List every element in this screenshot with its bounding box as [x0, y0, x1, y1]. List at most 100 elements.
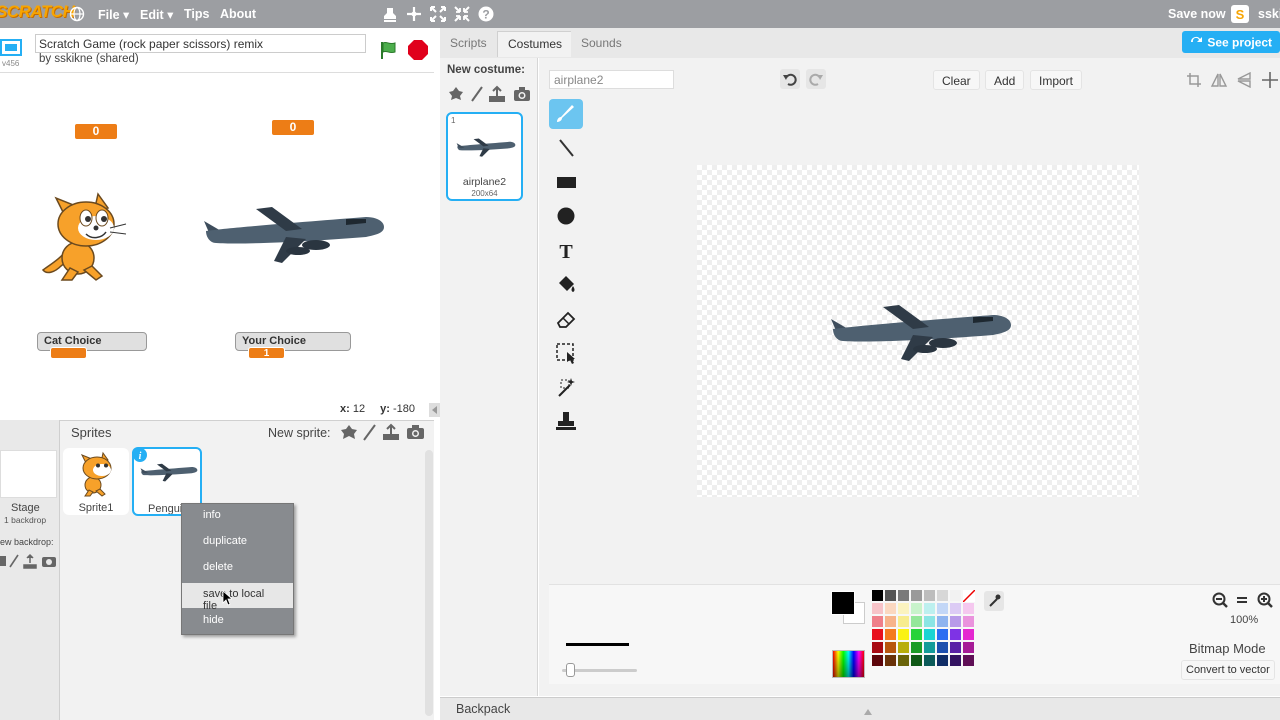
color-swatch[interactable]: [911, 616, 922, 627]
upload-sprite-icon[interactable]: [382, 423, 400, 441]
eyedropper-icon[interactable]: [984, 591, 1004, 611]
context-menu-info[interactable]: info: [182, 504, 293, 529]
context-menu-hide[interactable]: hide: [182, 609, 293, 634]
color-swatch[interactable]: [924, 616, 935, 627]
color-swatch[interactable]: [924, 642, 935, 653]
color-swatch[interactable]: [950, 616, 961, 627]
color-swatch[interactable]: [937, 655, 948, 666]
color-swatch[interactable]: [924, 655, 935, 666]
color-swatch[interactable]: [872, 629, 883, 640]
magic-wand-tool[interactable]: [549, 372, 583, 402]
color-swatch[interactable]: [950, 642, 961, 653]
color-swatch[interactable]: [911, 590, 922, 601]
color-swatch[interactable]: [898, 642, 909, 653]
color-swatch[interactable]: [872, 642, 883, 653]
color-swatch[interactable]: [937, 629, 948, 640]
context-menu-save-to-local-file[interactable]: save to local file: [182, 583, 293, 612]
color-swatch[interactable]: [924, 590, 935, 601]
crop-icon[interactable]: [1186, 72, 1202, 88]
color-swatch[interactable]: [872, 616, 883, 627]
info-icon[interactable]: i: [133, 448, 147, 462]
grow-icon[interactable]: [429, 5, 447, 23]
color-swatch[interactable]: [898, 629, 909, 640]
fill-tool[interactable]: [549, 270, 583, 300]
color-swatch[interactable]: [885, 603, 896, 614]
paint-sprite-icon[interactable]: [362, 423, 378, 441]
stage-thumbnail[interactable]: [0, 450, 57, 498]
costume-name-input[interactable]: [549, 70, 674, 89]
backpack-expand-arrow-icon[interactable]: [863, 705, 873, 715]
scratch-logo[interactable]: SCRATCH: [0, 2, 75, 22]
tab-sounds[interactable]: Sounds: [571, 31, 632, 57]
eraser-tool[interactable]: [549, 304, 583, 334]
upload-costume-icon[interactable]: [488, 85, 506, 103]
color-swatch[interactable]: [885, 629, 896, 640]
paint-costume-icon[interactable]: [470, 85, 484, 103]
color-swatch[interactable]: [911, 629, 922, 640]
duplicate-stamp-icon[interactable]: [381, 5, 399, 23]
collapse-stage-arrow-icon[interactable]: [429, 403, 440, 417]
camera-sprite-icon[interactable]: [406, 424, 425, 440]
color-swatch[interactable]: [937, 603, 948, 614]
color-swatch[interactable]: [937, 590, 948, 601]
color-swatch[interactable]: [898, 655, 909, 666]
presentation-mode-icon[interactable]: [0, 38, 24, 58]
cut-icon[interactable]: [405, 5, 423, 23]
tab-costumes[interactable]: Costumes: [497, 31, 574, 57]
undo-icon[interactable]: [780, 69, 800, 89]
color-swatch[interactable]: [898, 603, 909, 614]
zoom-reset-icon[interactable]: [1234, 591, 1250, 609]
set-center-icon[interactable]: [1262, 72, 1278, 88]
tips-menu[interactable]: Tips: [184, 7, 209, 21]
color-swatch[interactable]: [885, 642, 896, 653]
color-swatch[interactable]: [963, 655, 974, 666]
costume-tile-airplane2[interactable]: 1 airplane2 200x64: [446, 112, 523, 201]
color-swatch[interactable]: [885, 655, 896, 666]
backdrop-tools-icons[interactable]: [0, 553, 60, 569]
globe-icon[interactable]: [69, 6, 85, 22]
context-menu-delete[interactable]: delete: [182, 556, 293, 581]
select-tool[interactable]: [549, 338, 583, 368]
color-swatch[interactable]: [950, 629, 961, 640]
color-swatch[interactable]: [950, 655, 961, 666]
my-stuff-icon[interactable]: S: [1231, 5, 1249, 23]
convert-to-vector-button[interactable]: Convert to vector: [1181, 660, 1275, 680]
zoom-out-icon[interactable]: [1211, 591, 1229, 609]
airplane-sprite[interactable]: [196, 201, 386, 265]
stamp-tool[interactable]: [549, 406, 583, 436]
save-now-link[interactable]: Save now: [1168, 7, 1226, 21]
color-swatch[interactable]: [937, 616, 948, 627]
color-swatch[interactable]: [911, 642, 922, 653]
line-tool[interactable]: [549, 133, 583, 163]
about-menu[interactable]: About: [220, 7, 256, 21]
color-swatch[interactable]: [885, 590, 896, 601]
user-name[interactable]: sski: [1258, 7, 1280, 21]
color-swatch[interactable]: [924, 629, 935, 640]
backpack-bar[interactable]: Backpack: [440, 697, 1280, 720]
see-project-button[interactable]: See project: [1182, 31, 1280, 53]
color-swatch[interactable]: [950, 590, 961, 601]
edit-menu[interactable]: Edit ▾: [140, 7, 173, 22]
color-swatch[interactable]: [963, 616, 974, 627]
green-flag-icon[interactable]: [378, 39, 400, 61]
color-swatch[interactable]: [937, 642, 948, 653]
color-swatch[interactable]: [872, 655, 883, 666]
redo-icon[interactable]: [806, 69, 826, 89]
color-swatch[interactable]: [898, 590, 909, 601]
color-swatch[interactable]: [898, 616, 909, 627]
cat-sprite[interactable]: [38, 188, 130, 288]
file-menu[interactable]: File ▾: [98, 7, 129, 22]
transparent-color-icon[interactable]: [962, 589, 976, 603]
add-button[interactable]: Add: [985, 70, 1025, 90]
sprites-scrollbar[interactable]: [425, 450, 433, 716]
text-tool[interactable]: T: [549, 235, 583, 265]
color-swatch[interactable]: [963, 642, 974, 653]
shrink-icon[interactable]: [453, 5, 471, 23]
tab-scripts[interactable]: Scripts: [440, 31, 497, 57]
ellipse-tool[interactable]: [549, 201, 583, 231]
zoom-in-icon[interactable]: [1256, 591, 1274, 609]
import-button[interactable]: Import: [1030, 70, 1083, 90]
clear-button[interactable]: Clear: [933, 70, 980, 90]
stop-sign-icon[interactable]: [407, 39, 429, 61]
sprite-library-icon[interactable]: [340, 424, 358, 440]
